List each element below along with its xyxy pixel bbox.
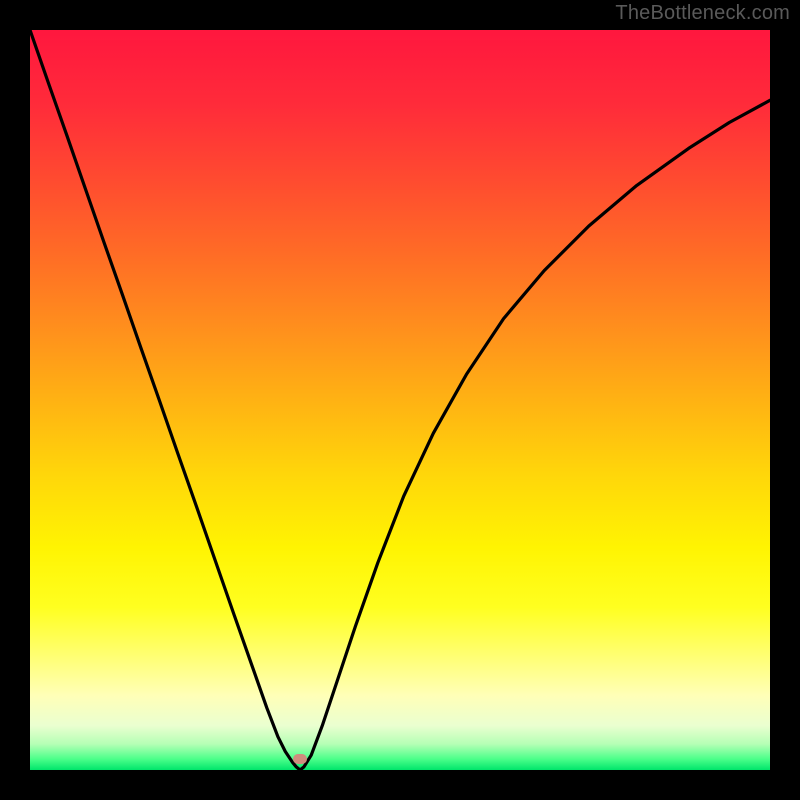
- plot-area: [30, 30, 770, 770]
- watermark-text: TheBottleneck.com: [615, 2, 790, 25]
- optimal-point-marker: [293, 754, 307, 764]
- chart-container: TheBottleneck.com: [0, 0, 800, 800]
- bottleneck-curve: [30, 30, 770, 770]
